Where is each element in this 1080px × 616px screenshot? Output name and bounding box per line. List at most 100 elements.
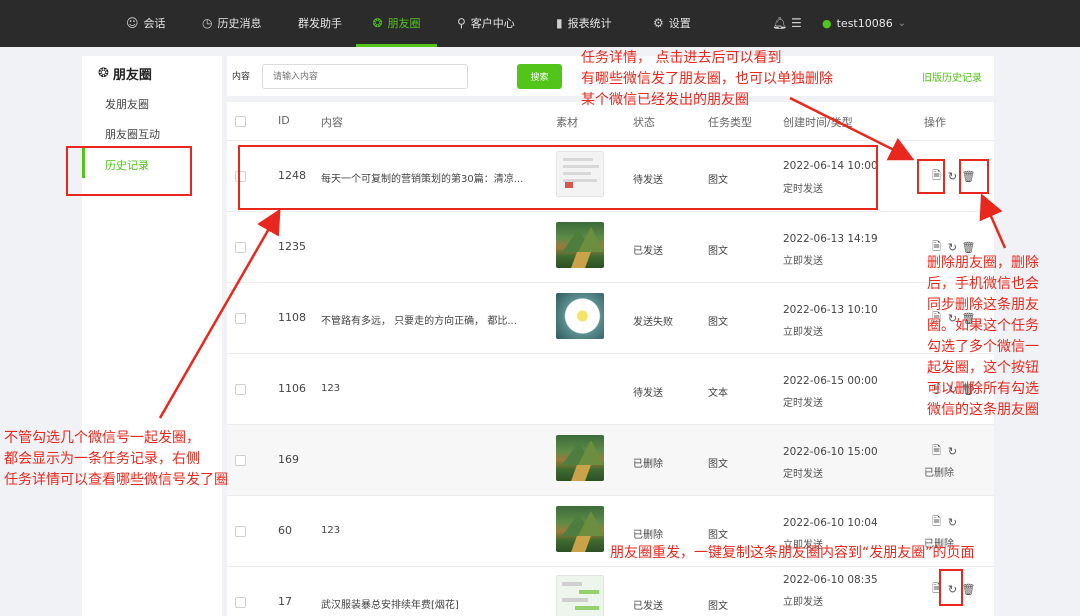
gear-icon: ⚙ xyxy=(653,16,664,30)
row-id: 1106 xyxy=(278,382,306,395)
search-button[interactable]: 搜索 xyxy=(517,64,562,89)
row-send-mode: 立即发送 xyxy=(783,327,823,338)
row-checkbox[interactable] xyxy=(235,455,246,466)
highlight-detail-icon xyxy=(917,159,945,194)
detail-icon[interactable]: 🗎︎ xyxy=(930,444,943,458)
row-content: 123 xyxy=(321,525,341,536)
col-content: 内容 xyxy=(321,116,343,129)
row-checkbox[interactable] xyxy=(235,384,246,395)
row-status: 已删除 xyxy=(633,459,663,470)
highlight-resend-icon xyxy=(939,569,963,606)
user-avatar-icon: ● xyxy=(822,17,832,30)
table-row: 1106 123 待发送 文本 2022-06-15 00:00 定时发送 🗎︎… xyxy=(227,353,994,424)
col-task-type: 任务类型 xyxy=(708,116,752,129)
sidebar-title-text: 朋友圈 xyxy=(112,68,152,83)
row-status: 发送失败 xyxy=(633,317,673,328)
row-created-time: 2022-06-15 00:00 xyxy=(783,375,878,387)
resend-icon[interactable]: ↻ xyxy=(946,170,959,183)
nav-reports[interactable]: ▮ 报表统计 xyxy=(556,0,612,47)
row-checkbox[interactable] xyxy=(235,597,246,608)
col-created: 创建时间/类型 xyxy=(783,116,853,129)
resend-icon[interactable]: ↻ xyxy=(946,445,959,458)
row-created-time: 2022-06-13 14:19 xyxy=(783,233,878,245)
trash-icon[interactable]: 🗑︎ xyxy=(962,583,976,596)
row-task-type: 图文 xyxy=(708,601,728,612)
table-row: 17 武汉服装暴总安排续年费[烟花] 已发送 图文 2022-06-10 08:… xyxy=(227,566,994,616)
annotation-task-detail: 任务详情， 点击进去后可以看到 有哪些微信发了朋友圈，也可以单独删除 某个微信已… xyxy=(581,50,833,108)
nav-history-label: 历史消息 xyxy=(217,17,262,30)
annotation-delete: 删除朋友圈，删除 后，手机微信也会 同步删除这条朋友 圈。如果这个任务 勾选了多… xyxy=(927,255,1039,418)
select-all-checkbox[interactable] xyxy=(235,116,246,127)
row-status: 已发送 xyxy=(633,246,663,257)
nav-customers[interactable]: ⚲ 客户中心 xyxy=(457,0,515,47)
material-thumbnail[interactable] xyxy=(556,435,604,481)
nav-history[interactable]: ◷ 历史消息 xyxy=(202,0,261,47)
nav-customers-label: 客户中心 xyxy=(470,17,515,30)
nav-settings[interactable]: ⚙ 设置 xyxy=(653,0,691,47)
col-id: ID xyxy=(278,114,290,127)
nav-broadcast[interactable]: 群发助手 xyxy=(298,0,342,47)
moments-icon: ❂ xyxy=(372,16,383,30)
sidebar: ❂ 朋友圈 发朋友圈 朋友圈互动 历史记录 xyxy=(82,56,222,616)
row-id: 169 xyxy=(278,453,299,466)
highlight-row-1248 xyxy=(238,145,878,210)
row-status: 已删除 xyxy=(633,530,663,541)
sidebar-item-post[interactable]: 发朋友圈 xyxy=(105,96,149,112)
row-created-time: 2022-06-13 10:10 xyxy=(783,304,878,316)
search-input[interactable] xyxy=(262,64,468,89)
old-history-link[interactable]: 旧版历史记录 xyxy=(922,69,982,84)
row-id: 1108 xyxy=(278,311,306,324)
row-task-type: 图文 xyxy=(708,530,728,541)
bell-icon[interactable]: 🔔︎ xyxy=(772,0,787,47)
row-id: 60 xyxy=(278,524,292,537)
nav-settings-label: 设置 xyxy=(668,17,691,30)
row-content: 123 xyxy=(321,383,341,394)
user-menu[interactable]: ● test10086 ⌄ xyxy=(822,0,906,47)
nav-chat[interactable]: ☺ 会话 xyxy=(126,0,166,47)
row-status: 待发送 xyxy=(633,388,663,399)
table-row: 1108 不管路有多远， 只要走的方向正确， 都比... 发送失败 图文 202… xyxy=(227,282,994,353)
row-checkbox[interactable] xyxy=(235,242,246,253)
row-created-time: 2022-06-10 10:04 xyxy=(783,517,878,529)
detail-icon[interactable]: 🗎︎ xyxy=(930,515,943,529)
col-material: 素材 xyxy=(556,116,578,129)
row-created-time: 2022-06-10 08:35 xyxy=(783,574,878,586)
nav-reports-label: 报表统计 xyxy=(567,17,612,30)
moments-icon: ❂ xyxy=(98,66,109,81)
annotation-task-record: 不管勾选几个微信号一起发圈， 都会显示为一条任务记录，右侧 任务详情可以查看哪些… xyxy=(4,430,228,488)
table-row: 169 已删除 图文 2022-06-10 15:00 定时发送 🗎︎ ↻ 已删… xyxy=(227,424,994,495)
material-thumbnail[interactable] xyxy=(556,222,604,268)
row-created-time: 2022-06-10 15:00 xyxy=(783,446,878,458)
annotation-resend: 朋友圈重发，一键复制这条朋友圈内容到“发朋友圈”的页面 xyxy=(610,545,975,561)
col-actions: 操作 xyxy=(924,116,946,129)
highlight-delete-icon xyxy=(959,159,989,194)
row-task-type: 图文 xyxy=(708,459,728,470)
nav-chat-label: 会话 xyxy=(143,17,166,30)
database-icon[interactable]: ☰ xyxy=(791,0,802,47)
col-status: 状态 xyxy=(633,116,655,129)
row-status: 已发送 xyxy=(633,601,663,612)
row-actions: 🗎︎ ↻ xyxy=(930,515,959,529)
row-checkbox[interactable] xyxy=(235,526,246,537)
row-content: 武汉服装暴总安排续年费[烟花] xyxy=(321,600,459,611)
clock-icon: ◷ xyxy=(202,16,213,30)
material-thumbnail[interactable] xyxy=(556,293,604,339)
username: test10086 xyxy=(836,17,893,30)
user-icon: ⚲ xyxy=(457,16,466,30)
nav-active-indicator xyxy=(356,44,437,47)
row-content: 不管路有多远， 只要走的方向正确， 都比... xyxy=(321,316,517,327)
nav-moments-label: 朋友圈 xyxy=(387,17,421,30)
material-thumbnail[interactable] xyxy=(556,506,604,552)
sidebar-item-interaction[interactable]: 朋友圈互动 xyxy=(105,126,160,142)
top-nav: ☺ 会话 ◷ 历史消息 群发助手 ❂ 朋友圈 ⚲ 客户中心 ▮ 报表统计 ⚙ 设… xyxy=(0,0,1080,47)
search-label: 内容 xyxy=(232,72,251,82)
sidebar-title: ❂ 朋友圈 xyxy=(98,64,152,83)
row-actions: 🗎︎ ↻ xyxy=(930,444,959,458)
material-thumbnail[interactable] xyxy=(556,575,604,616)
row-task-type: 图文 xyxy=(708,317,728,328)
nav-moments[interactable]: ❂ 朋友圈 xyxy=(356,0,437,47)
row-checkbox[interactable] xyxy=(235,313,246,324)
nav-broadcast-label: 群发助手 xyxy=(298,17,342,30)
resend-icon[interactable]: ↻ xyxy=(946,516,959,529)
row-id: 1235 xyxy=(278,240,306,253)
